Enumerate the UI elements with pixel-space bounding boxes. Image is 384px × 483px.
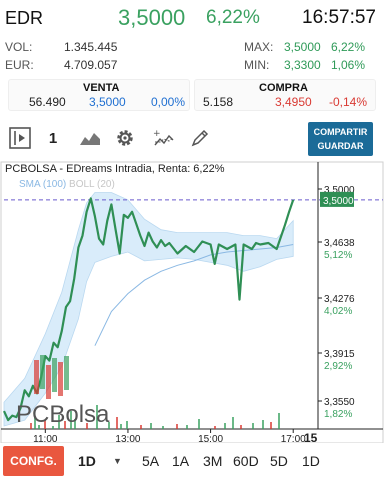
sell-quantity: 56.490 xyxy=(29,95,66,109)
volume-bar xyxy=(126,421,128,429)
volume-bar xyxy=(116,417,118,429)
watermark-bar xyxy=(34,360,39,394)
selected-period[interactable]: 1D xyxy=(78,453,96,469)
max-percent: 6,22% xyxy=(331,40,366,54)
ticker-symbol: EDR xyxy=(5,8,44,28)
gear-icon[interactable] xyxy=(113,126,137,150)
period-60d[interactable]: 60D xyxy=(233,453,259,469)
x-tick-label: 13:00 xyxy=(115,434,140,443)
volume-bar xyxy=(278,413,280,429)
sma-legend: SMA (100) xyxy=(19,179,67,190)
volume-bar xyxy=(176,424,178,429)
x-tick-label: 17:00 xyxy=(281,434,306,443)
max-value: 3,5000 xyxy=(284,40,321,54)
period-5d[interactable]: 5D xyxy=(270,453,288,469)
y-tick-percent: 1,82% xyxy=(324,409,352,420)
watermark-text: PCBolsa xyxy=(16,401,110,428)
volume-bar xyxy=(214,426,216,429)
period-1a[interactable]: 1A xyxy=(172,453,189,469)
buy-header: COMPRA xyxy=(259,82,308,94)
volume-bar xyxy=(270,422,272,429)
chart-legend: SMA (100) BOLL (20) xyxy=(19,179,115,190)
min-value: 3,3300 xyxy=(284,58,321,72)
min-label: MIN: xyxy=(244,58,270,72)
watermark-bar xyxy=(46,365,51,399)
volume-bar xyxy=(240,425,242,429)
sell-percent: 0,00% xyxy=(151,95,186,109)
watermark-bar xyxy=(40,355,45,389)
y-tick-percent: 4,02% xyxy=(324,306,352,317)
change-percent: 6,22% xyxy=(206,7,260,28)
share-save-button[interactable]: COMPARTIR GUARDAR xyxy=(308,122,373,156)
chart-title: PCBOLSA - EDreams Intradia, Renta: 6,22% xyxy=(5,163,225,175)
buy-price: 3,4950 xyxy=(275,95,312,109)
y-tick-percent: 5,12% xyxy=(324,250,352,261)
min-percent: 1,06% xyxy=(331,58,366,72)
period-5a[interactable]: 5A xyxy=(142,453,159,469)
share-label: COMPARTIR xyxy=(313,127,368,137)
watermark-bar xyxy=(64,356,69,390)
period-3m[interactable]: 3M xyxy=(203,453,222,469)
buy-percent: -0,14% xyxy=(329,95,368,109)
quote-header: EDR 3,5000 6,22% 16:57:57 xyxy=(0,0,384,36)
chart-count[interactable]: 1 xyxy=(46,126,60,150)
pencil-icon[interactable] xyxy=(188,126,212,150)
volume-bar xyxy=(140,425,142,429)
intraday-chart[interactable]: PCBolsa 3,5000 3,46385,12% 3,42764,02% 3,391… xyxy=(0,160,384,443)
last-price: 3,5000 xyxy=(118,5,186,30)
current-price-label: 3,5000 xyxy=(323,196,354,207)
play-toggle-icon[interactable] xyxy=(8,126,32,150)
volume-value: 1.345.445 xyxy=(64,40,118,54)
save-label: GUARDAR xyxy=(317,141,364,151)
volume-label: VOL: xyxy=(5,40,33,54)
x-tick-label: 11:00 xyxy=(33,434,58,443)
period-1d[interactable]: 1D xyxy=(302,453,320,469)
x-extra-label: 15 xyxy=(304,431,318,443)
sell-header: VENTA xyxy=(83,82,120,94)
eur-value: 4.709.057 xyxy=(64,58,118,72)
volume-bar xyxy=(186,425,188,429)
volume-bar xyxy=(198,419,200,429)
y-tick-label: 3,4276 xyxy=(324,294,355,305)
sell-price: 3,5000 xyxy=(89,95,126,109)
config-button[interactable]: CONFG. xyxy=(3,446,64,476)
watermark-bar xyxy=(58,362,63,396)
y-tick-label: 3,3550 xyxy=(324,397,355,408)
volume-bar xyxy=(120,424,122,429)
y-tick-label: 3,4638 xyxy=(324,238,355,249)
buy-quantity: 5.158 xyxy=(203,95,234,109)
boll-legend: BOLL (20) xyxy=(69,179,115,190)
chevron-down-icon[interactable]: ▼ xyxy=(113,456,122,466)
volume-bar xyxy=(252,423,254,429)
buy-panel: COMPRA 5.158 3,4950 -0,14% xyxy=(194,79,376,111)
svg-text:+: + xyxy=(153,129,161,139)
max-label: MAX: xyxy=(244,40,274,54)
volume-bar xyxy=(224,423,226,429)
volume-bar xyxy=(262,420,264,429)
mountain-chart-icon[interactable] xyxy=(78,126,102,150)
sell-panel: VENTA 56.490 3,5000 0,00% xyxy=(8,79,190,111)
y-tick-label: 3,3915 xyxy=(324,349,355,360)
volume-bar xyxy=(150,423,152,429)
watermark-bar xyxy=(52,358,57,392)
eur-label: EUR: xyxy=(5,58,34,72)
y-tick-percent: 2,92% xyxy=(324,361,352,372)
quote-time: 16:57:57 xyxy=(302,7,376,28)
indicator-icon[interactable]: + xyxy=(152,126,176,150)
x-tick-label: 15:00 xyxy=(198,434,223,443)
volume-bar xyxy=(162,426,164,429)
volume-bar xyxy=(232,417,234,429)
